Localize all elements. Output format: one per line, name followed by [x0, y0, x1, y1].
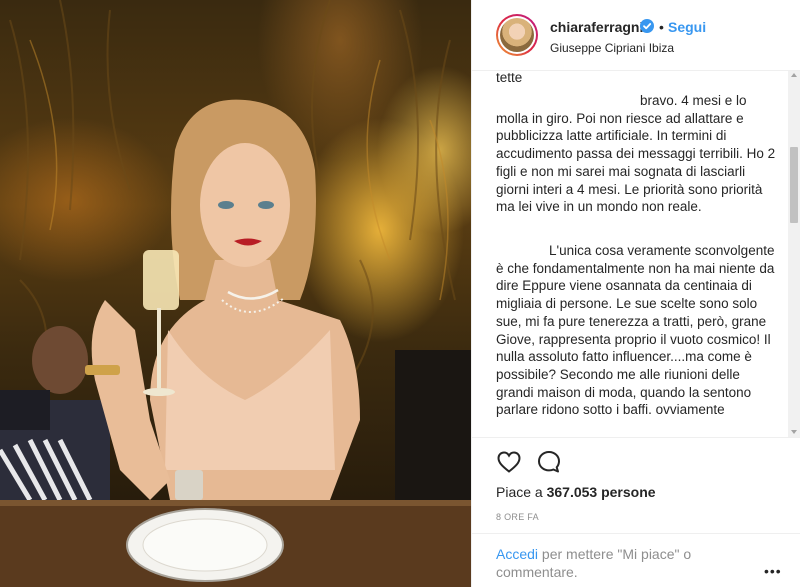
login-prompt: Accedi per mettere "Mi piace" o commenta… [496, 545, 736, 581]
login-link[interactable]: Accedi [496, 546, 538, 562]
comment-text: L'unica cosa veramente sconvolgente è ch… [496, 243, 775, 418]
post-header: chiaraferragni • Segui Giuseppe Cipriani… [472, 0, 800, 71]
comments-scrollbar[interactable] [788, 71, 800, 437]
post-photo [0, 0, 471, 587]
follow-button[interactable]: Segui [668, 19, 706, 35]
avatar-photo [500, 18, 534, 52]
likes-value[interactable]: 367.053 persone [547, 484, 656, 500]
location-link[interactable]: Giuseppe Cipriani Ibiza [550, 41, 674, 55]
header-separator: • [659, 19, 664, 35]
comment-item: L'unica cosa veramente sconvolgente è ch… [496, 242, 778, 419]
avatar[interactable] [496, 14, 538, 56]
comment-partial: tette [496, 71, 523, 85]
username-link[interactable]: chiaraferragni [550, 19, 643, 35]
verified-badge-icon [640, 19, 654, 38]
more-options-button[interactable]: ••• [764, 563, 782, 579]
comment-bubble-icon[interactable] [536, 449, 562, 480]
avatar-ring [498, 16, 536, 54]
comment-item: bravo. 4 mesi e lo molla in giro. Poi no… [496, 92, 778, 216]
divider [472, 437, 800, 438]
heart-icon[interactable] [496, 449, 522, 480]
likes-prefix: Piace a [496, 484, 543, 500]
scrollbar-thumb[interactable] [790, 147, 798, 223]
scroll-up-arrow-icon[interactable] [791, 73, 797, 77]
post-photo-illustration [0, 0, 471, 587]
comment-text: bravo. 4 mesi e lo molla in giro. Poi no… [496, 93, 776, 215]
comments-list[interactable]: tette bravo. 4 mesi e lo molla in giro. … [472, 71, 789, 437]
likes-count[interactable]: Piace a 367.053 persone [496, 484, 656, 500]
scroll-down-arrow-icon[interactable] [791, 430, 797, 434]
divider [472, 533, 800, 534]
post-side-panel: chiaraferragni • Segui Giuseppe Cipriani… [471, 0, 800, 587]
post-timestamp: 8 ORE FA [496, 512, 539, 522]
